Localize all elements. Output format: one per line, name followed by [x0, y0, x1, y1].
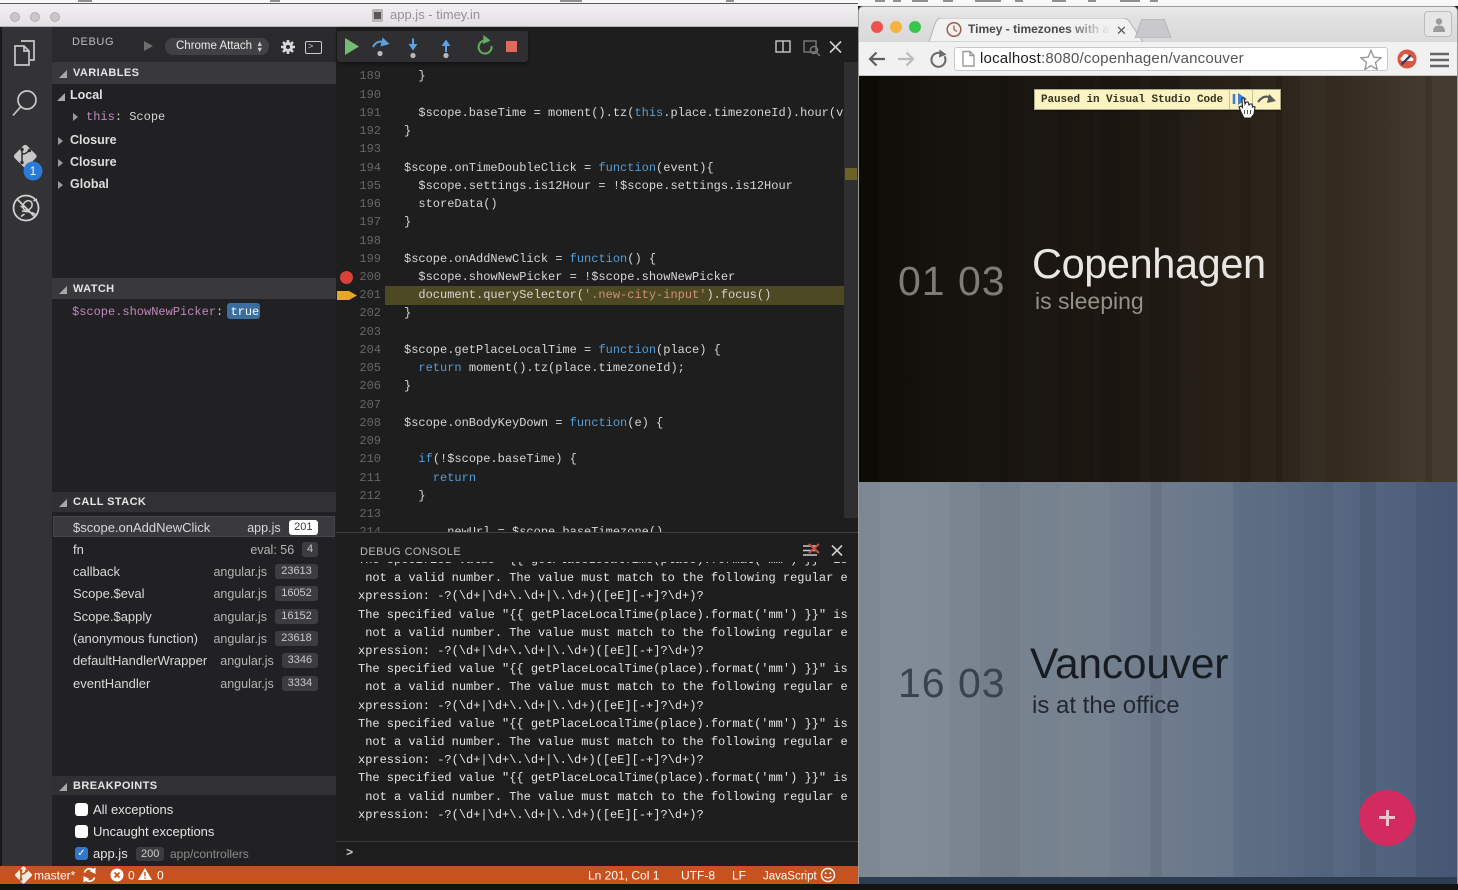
svg-text:LF: LF	[732, 869, 746, 883]
svg-text:0: 0	[128, 869, 135, 883]
svg-text:master*: master*	[34, 869, 76, 883]
svg-text:1: 1	[30, 166, 36, 178]
svg-text:UTF-8: UTF-8	[681, 869, 715, 883]
svg-text:JavaScript: JavaScript	[763, 871, 817, 883]
svg-text:0: 0	[157, 869, 164, 883]
svg-text:Ln 201, Col 1: Ln 201, Col 1	[588, 869, 660, 883]
